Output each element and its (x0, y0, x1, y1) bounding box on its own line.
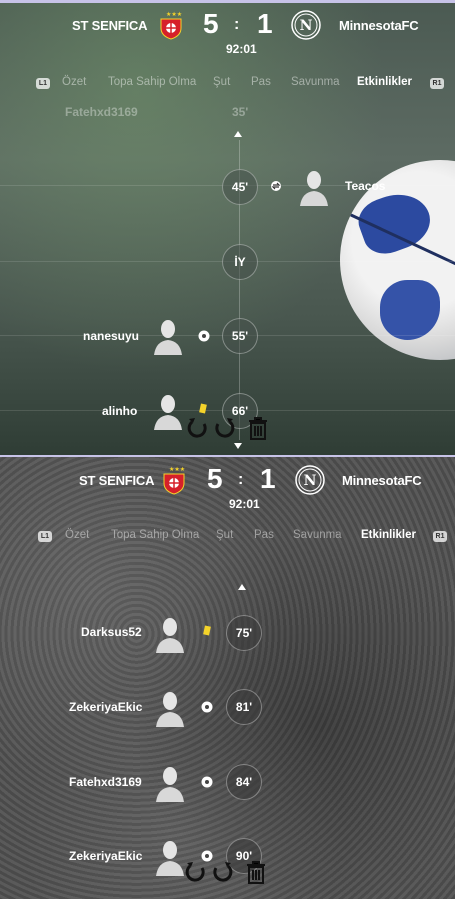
trash-icon[interactable] (244, 860, 268, 884)
event-minute: 84' (226, 764, 262, 800)
player-avatar (300, 171, 328, 206)
stats-tab-bar: L1 Özet Topa Sahip Olma Şut Pas Savunma … (0, 529, 455, 547)
tab-shots[interactable]: Şut (213, 76, 230, 88)
stats-tab-bar: L1 Özet Topa Sahip Olma Şut Pas Savunma … (0, 76, 455, 94)
tab-passes[interactable]: Pas (251, 76, 271, 88)
away-crest-letter: N (304, 473, 317, 489)
event-player-name[interactable]: ZekeriyaEkic (69, 700, 142, 714)
svg-text:★★★: ★★★ (166, 11, 182, 18)
home-team-crest-icon: ★★★ (163, 466, 185, 495)
scroll-down-arrow-icon[interactable] (234, 443, 242, 449)
trash-icon[interactable] (246, 416, 270, 440)
svg-text:★★★: ★★★ (169, 466, 185, 473)
event-player-name[interactable]: ZekeriyaEkic (69, 849, 142, 863)
score-separator: : (238, 471, 244, 488)
home-team-crest-icon: ★★★ (160, 11, 182, 40)
away-team-crest-icon: N (291, 10, 321, 40)
tab-possession[interactable]: Topa Sahip Olma (108, 76, 196, 88)
away-score: 1 (257, 8, 273, 39)
substitution-icon (271, 181, 281, 191)
ball-icon (198, 330, 210, 342)
scroll-up-arrow-icon[interactable] (234, 131, 242, 137)
player-avatar (156, 767, 184, 802)
faded-player-name: Fatehxd3169 (65, 105, 138, 119)
event-player-name[interactable]: Darksus52 (81, 625, 142, 639)
event-minute: 45' (222, 169, 258, 205)
match-clock: 92:01 (226, 42, 257, 56)
tab-summary[interactable]: Özet (65, 529, 89, 541)
yellow-card-icon (199, 403, 207, 414)
redo-icon[interactable] (212, 416, 236, 440)
ball-icon (201, 776, 213, 788)
match-events-screen-1: ST SENFICA ★★★ 5 : 1 N MinnesotaFC 92:01… (0, 0, 455, 455)
event-player-name[interactable]: Fatehxd3169 (69, 775, 142, 789)
top-border (0, 0, 455, 3)
away-crest-letter: N (300, 18, 313, 34)
right-bumper-badge[interactable]: R1 (433, 531, 447, 542)
yellow-card-icon (203, 625, 211, 636)
event-minute: 75' (226, 615, 262, 651)
tab-events[interactable]: Etkinlikler (357, 76, 412, 88)
away-team-name: MinnesotaFC (339, 18, 419, 33)
score-separator: : (234, 16, 240, 33)
player-avatar (156, 618, 184, 653)
player-avatar (154, 320, 182, 355)
tab-possession[interactable]: Topa Sahip Olma (111, 529, 199, 541)
match-header: ST SENFICA ★★★ 5 : 1 N MinnesotaFC 92:01 (0, 8, 455, 64)
away-team-crest-icon: N (295, 465, 325, 495)
scroll-up-arrow-icon[interactable] (238, 584, 246, 590)
event-player-name[interactable]: Teacos (345, 179, 385, 193)
undo-icon[interactable] (184, 860, 208, 884)
event-minute: 55' (222, 318, 258, 354)
match-clock: 92:01 (229, 497, 260, 511)
tab-defense[interactable]: Savunma (293, 529, 342, 541)
tab-defense[interactable]: Savunma (291, 76, 340, 88)
faded-event-row: Fatehxd3169 35' (0, 100, 455, 122)
tab-passes[interactable]: Pas (254, 529, 274, 541)
home-score: 5 (207, 463, 223, 494)
tab-summary[interactable]: Özet (62, 76, 86, 88)
half-time-marker: İY (222, 244, 258, 280)
home-team-name: ST SENFICA (79, 473, 155, 488)
player-avatar (154, 395, 182, 430)
event-player-name[interactable]: nanesuyu (83, 329, 139, 343)
player-avatar (156, 692, 184, 727)
event-player-name[interactable]: alinho (102, 404, 137, 418)
right-bumper-badge[interactable]: R1 (430, 78, 444, 89)
left-bumper-badge[interactable]: L1 (38, 531, 52, 542)
away-team-name: MinnesotaFC (342, 473, 422, 488)
tab-shots[interactable]: Şut (216, 529, 233, 541)
match-events-screen-2: ST SENFICA ★★★ 5 : 1 N MinnesotaFC 92:01… (0, 455, 455, 899)
home-score: 5 (203, 8, 219, 39)
undo-icon[interactable] (186, 416, 210, 440)
tab-events[interactable]: Etkinlikler (361, 529, 416, 541)
player-avatar (156, 841, 184, 876)
match-header: ST SENFICA ★★★ 5 : 1 N MinnesotaFC 92:01 (0, 463, 455, 519)
faded-minute: 35' (232, 105, 249, 119)
left-bumper-badge[interactable]: L1 (36, 78, 50, 89)
ball-icon (201, 701, 213, 713)
event-minute: 81' (226, 689, 262, 725)
away-score: 1 (260, 463, 276, 494)
redo-icon[interactable] (210, 860, 234, 884)
home-team-name: ST SENFICA (72, 18, 148, 33)
